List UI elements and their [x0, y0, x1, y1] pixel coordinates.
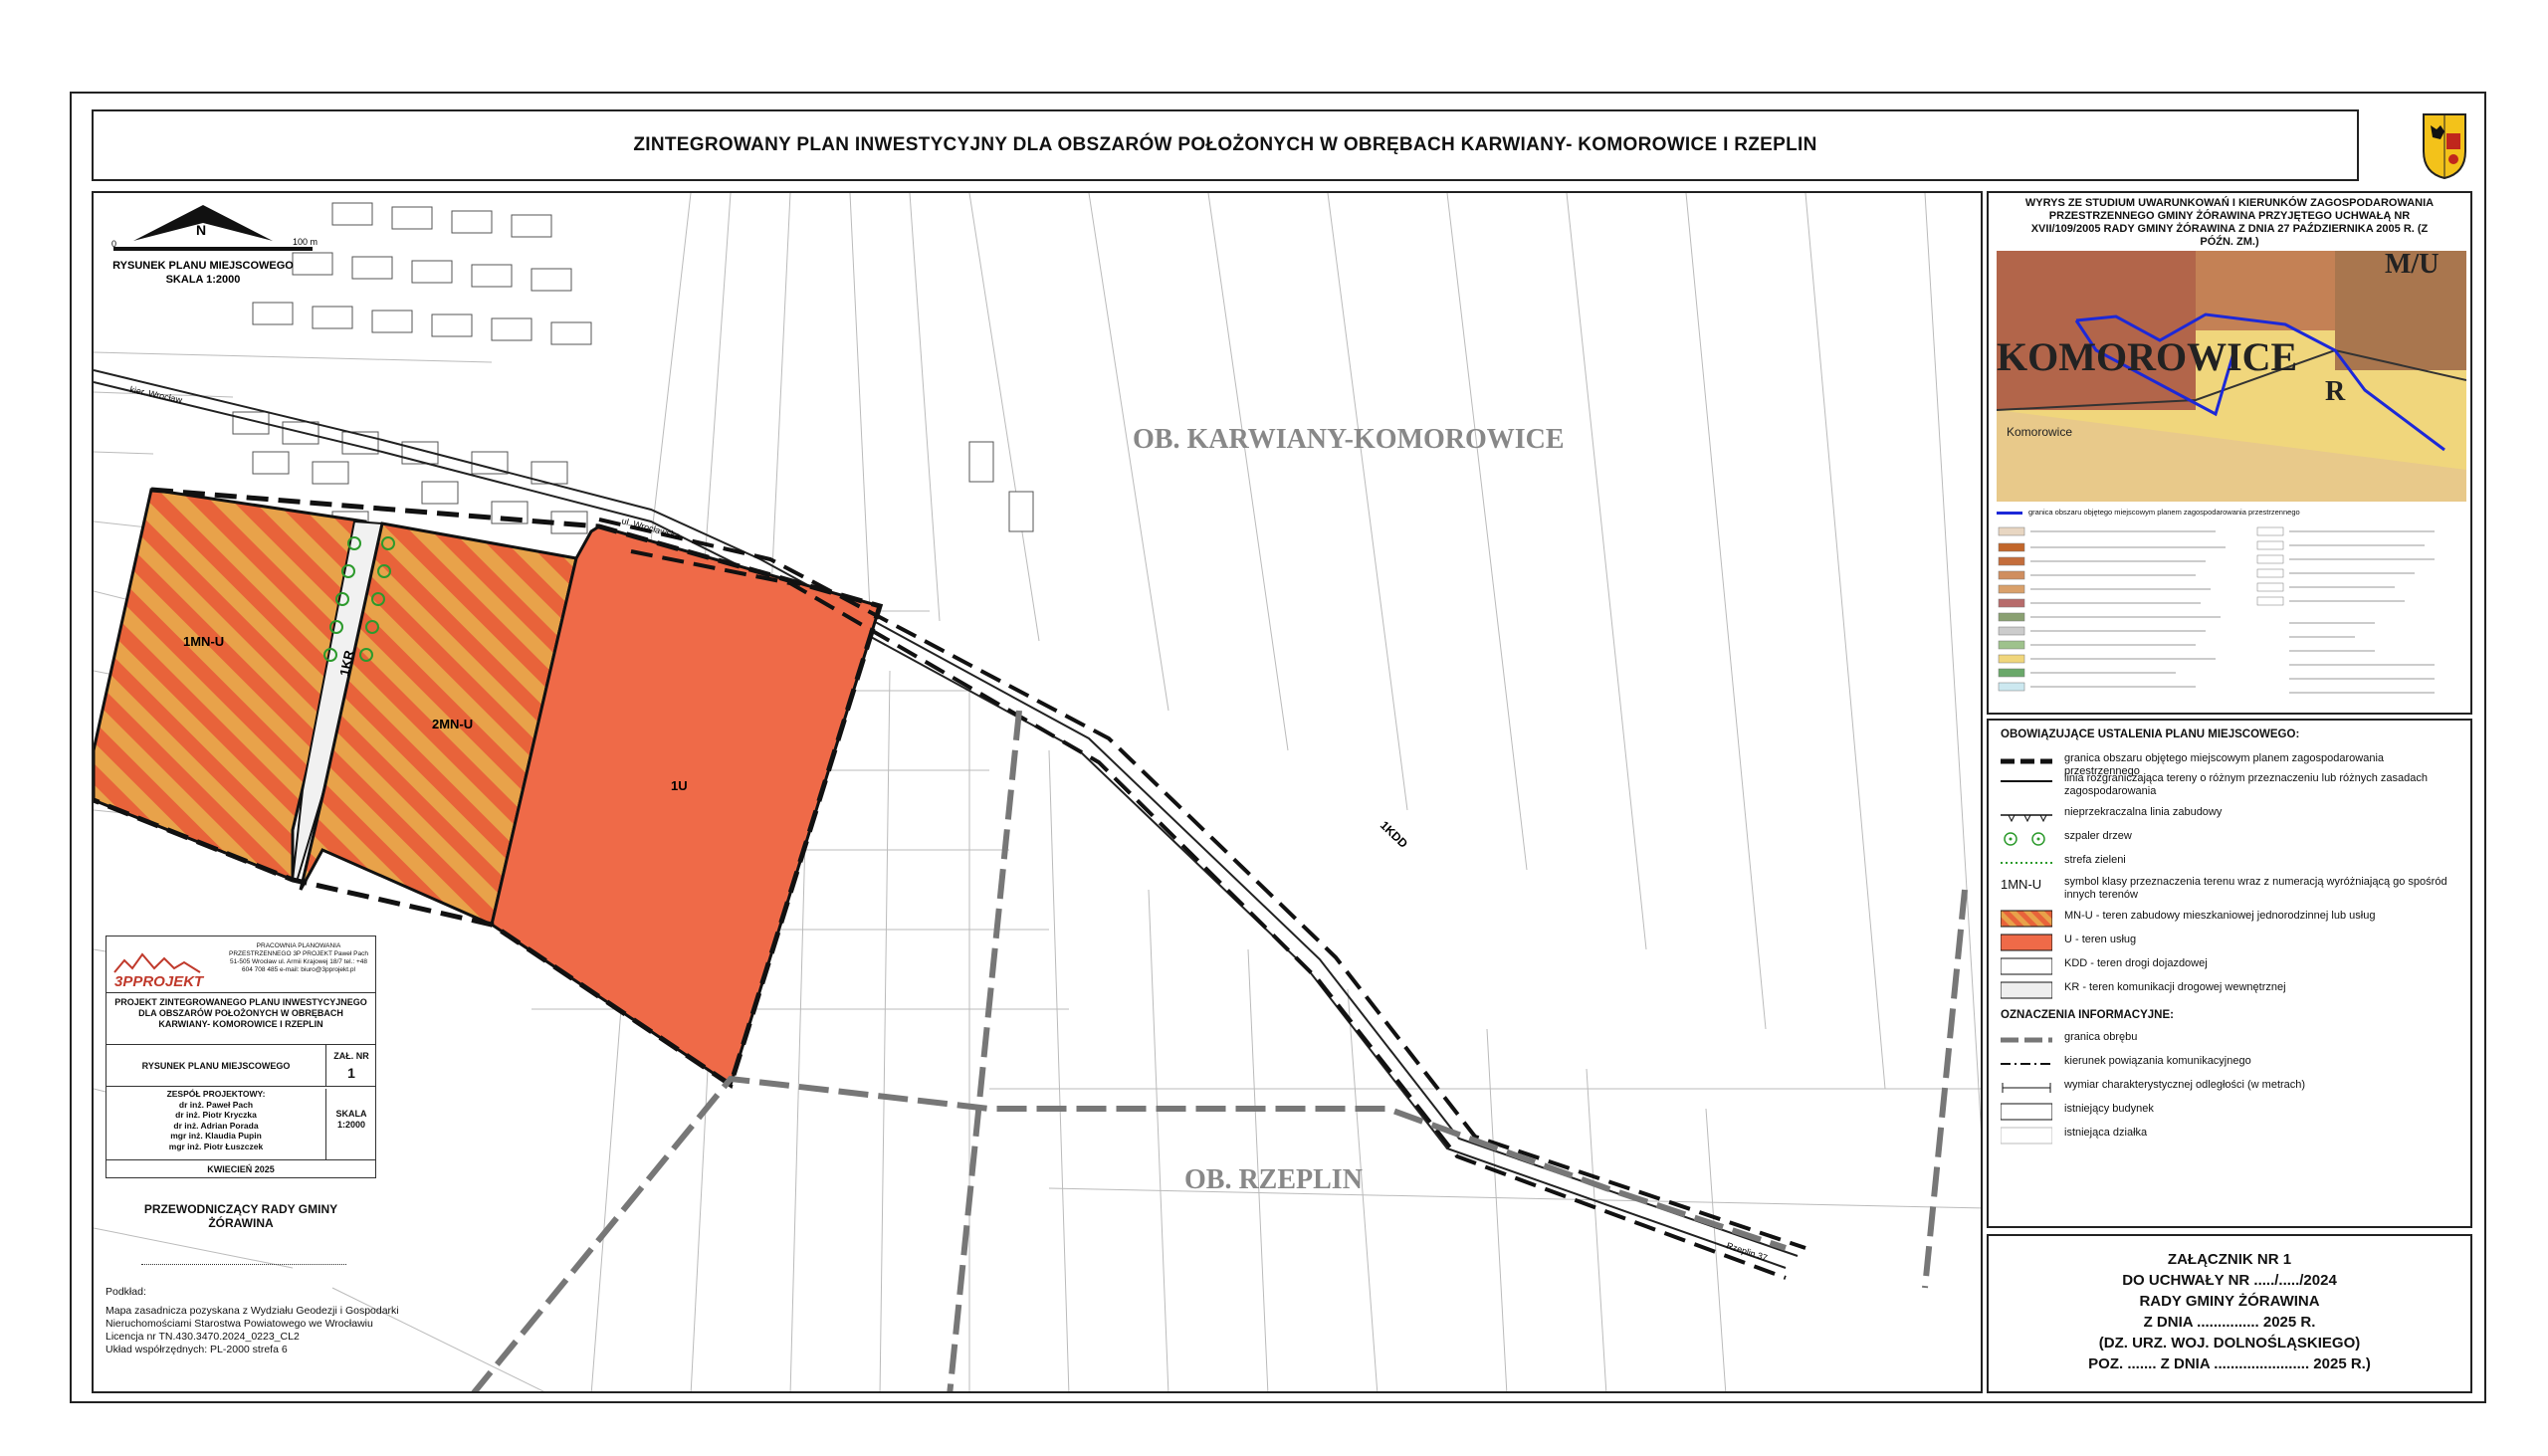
scale-zero: 0 [111, 239, 116, 249]
podklad: Podkład: Mapa zasadnicza pozyskana z Wyd… [106, 1286, 399, 1356]
green-zone-icon [2001, 854, 2052, 872]
date: KWIECIEŃ 2025 [106, 1159, 375, 1177]
legend-row: nieprzekraczalna linia zabudowy [2001, 806, 2452, 824]
kr-fill-icon [2000, 981, 2053, 999]
legend-row: wymiar charakterystycznej odległości (w … [2001, 1079, 2452, 1097]
team-block: ZESPÓŁ PROJEKTOWY: dr inż. Paweł Pach dr… [106, 1089, 326, 1160]
signature-line [141, 1264, 346, 1265]
team-member: mgr inż. Piotr Łuszczek [168, 1141, 264, 1151]
title-block: 3PPROJEKT PRACOWNIA PLANOWANIA PRZESTRZE… [106, 936, 376, 1178]
building-icon [2000, 1103, 2053, 1121]
team-member: dr inż. Piotr Kryczka [175, 1110, 257, 1120]
team-row: ZESPÓŁ PROJEKTOWY: dr inż. Paweł Pach dr… [106, 1086, 375, 1160]
przewodniczacy: PRZEWODNICZĄCY RADY GMINY ŻÓRAWINA [143, 1202, 338, 1230]
studium-map-text: R [2325, 376, 2346, 407]
u-fill-icon [2000, 934, 2053, 951]
zone-label-1mn-u: 1MN-U [183, 634, 224, 649]
building-line-icon [2001, 806, 2052, 824]
studium-map-text: M/U [2385, 251, 2439, 280]
coat-of-arms-icon [2423, 113, 2466, 180]
team-member: dr inż. Adrian Porada [173, 1120, 259, 1131]
legend-row: KR - teren komunikacji drogowej wewnętrz… [2000, 981, 2452, 999]
obreb-north-label: OB. KARWIANY-KOMOROWICE [1133, 424, 1565, 455]
legend-row: MN-U - teren zabudowy mieszkaniowej jedn… [2000, 910, 2452, 928]
drawing-name: RYSUNEK PLANU MIEJSCOWEGO [106, 1045, 326, 1087]
parcel-icon [2000, 1127, 2053, 1144]
annex-line: POZ. ....... Z DNIA ....................… [2088, 1355, 2371, 1372]
dimension-icon [2001, 1079, 2052, 1097]
annex-line: Z DNIA ............... 2025 R. [2143, 1314, 2316, 1331]
podklad-title: Podkład: [106, 1286, 146, 1298]
legend-row: granica obrębu [2001, 1031, 2452, 1049]
studium-map-text: Komorowice [2007, 425, 2072, 439]
legend-row: KDD - teren drogi dojazdowej [2000, 957, 2452, 975]
scale-block: SKALA 1:2000 [327, 1109, 375, 1131]
tree-row-icon [2001, 830, 2052, 848]
mnu-fill-icon [2000, 910, 2053, 928]
company-info: PRACOWNIA PLANOWANIA PRZESTRZENNEGO 3P P… [229, 942, 368, 973]
annex-line: (DZ. URZ. WOJ. DOLNOŚLĄSKIEGO) [2098, 1335, 2361, 1352]
link-direction-icon [2001, 1055, 2052, 1073]
legend-title: OBOWIĄZUJĄCE USTALENIA PLANU MIEJSCOWEGO… [2001, 728, 2300, 740]
podklad-line: Nieruchomościami Starostwa Powiatowego w… [106, 1318, 373, 1330]
scale-100: 100 m [293, 237, 318, 247]
legend-row: istniejący budynek [2000, 1103, 2452, 1121]
zone-symbol-sample: 1MN-U [2001, 877, 2042, 892]
legend-row: istniejąca działka [2000, 1127, 2452, 1144]
team-member: mgr inż. Klaudia Pupin [170, 1131, 262, 1141]
company-logo: 3PPROJEKT [110, 942, 220, 990]
zal-label: ZAŁ. NR [333, 1051, 369, 1061]
svg-text:N: N [196, 222, 206, 238]
annex-line: ZAŁĄCZNIK NR 1 [2167, 1251, 2292, 1268]
studium-map[interactable]: KOMOROWICE M/U R Komorowice [1997, 251, 2466, 502]
studium-title: WYRYS ZE STUDIUM UWARUNKOWAŃ I KIERUNKÓW… [2024, 197, 2435, 248]
team-title: ZESPÓŁ PROJEKTOWY: [166, 1089, 266, 1099]
legend-row: 1MN-U symbol klasy przeznaczenia terenu … [2001, 876, 2447, 901]
studium-map-text: KOMOROWICE [1997, 334, 2297, 379]
project-name: PROJEKT ZINTEGROWANEGO PLANU INWESTYCYJN… [106, 992, 375, 1044]
zal-number: 1 [347, 1065, 355, 1081]
company-name: 3PPROJEKT [114, 973, 205, 990]
obreb-south-label: OB. RZEPLIN [1184, 1164, 1363, 1195]
scale-label: SKALA [335, 1109, 367, 1119]
info-title: OZNACZENIA INFORMACYJNE: [2001, 1009, 2174, 1021]
zone-label-1u: 1U [671, 778, 688, 793]
studium-blue-legend: granica obszaru objętego miejscowym plan… [1997, 506, 2466, 520]
scale-value: 1:2000 [336, 1120, 366, 1130]
existing-buildings [232, 202, 1034, 564]
podklad-line: Licencja nr TN.430.3470.2024_0223_CL2 [106, 1331, 300, 1343]
obreb-line-icon [2001, 1031, 2052, 1049]
legend-row: szpaler drzew [2001, 830, 2452, 848]
boundary-line-icon [2001, 772, 2052, 790]
page-title: ZINTEGROWANY PLAN INWESTYCYJNY DLA OBSZA… [633, 134, 1817, 155]
title-bar: ZINTEGROWANY PLAN INWESTYCYJNY DLA OBSZA… [92, 109, 2359, 181]
studium-legend [1997, 523, 2466, 711]
legend-row: strefa zieleni [2001, 854, 2452, 872]
legend-row: linia rozgraniczająca tereny o różnym pr… [2001, 772, 2452, 798]
north-arrow-icon: N [113, 205, 313, 251]
team-member: dr inż. Paweł Pach [178, 1099, 254, 1110]
street-label-kierunek: kier. Wrocław [129, 384, 184, 405]
studium-panel: WYRYS ZE STUDIUM UWARUNKOWAŃ I KIERUNKÓW… [1987, 191, 2472, 715]
drawing-scale: SKALA 1:2000 [166, 274, 241, 286]
road-label-1kdd: 1KDD [1378, 818, 1410, 851]
plan-map[interactable]: N 0 100 m RYSUNEK PLANU MIEJSCOWEGO SKAL… [92, 191, 1983, 1393]
kdd-fill-icon [2000, 957, 2053, 975]
annex-panel: ZAŁĄCZNIK NR 1 DO UCHWAŁY NR ...../.....… [1987, 1234, 2472, 1393]
annex-line: DO UCHWAŁY NR ...../...../2024 [2122, 1272, 2337, 1289]
drawing-label: RYSUNEK PLANU MIEJSCOWEGO [112, 260, 294, 272]
legend-row: U - teren usług [2000, 934, 2452, 951]
podklad-line: Mapa zasadnicza pozyskana z Wydziału Geo… [106, 1305, 399, 1317]
zone-label-2mn-u: 2MN-U [432, 717, 473, 731]
plan-boundary-icon [2001, 752, 2052, 770]
annex-line: RADY GMINY ŻÓRAWINA [2139, 1293, 2320, 1310]
legend-panel: OBOWIĄZUJĄCE USTALENIA PLANU MIEJSCOWEGO… [1987, 719, 2472, 1228]
drawing-row: RYSUNEK PLANU MIEJSCOWEGO ZAŁ. NR 1 [106, 1044, 375, 1087]
legend-row: kierunek powiązania komunikacyjnego [2001, 1055, 2452, 1073]
podklad-line: Układ współrzędnych: PL-2000 strefa 6 [106, 1344, 288, 1355]
